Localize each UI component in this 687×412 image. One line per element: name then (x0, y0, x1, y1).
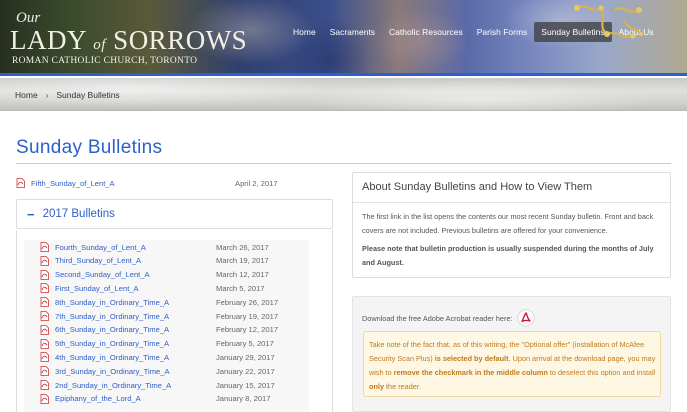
bulletin-link[interactable]: Epiphany_of_the_Lord_A (55, 394, 216, 403)
bulletin-row: First_Sunday_of_Lent_A March 5, 2017 (40, 281, 300, 295)
warning-text: Take note of the fact that, as of this w… (369, 338, 659, 394)
bulletin-date: February 26, 2017 (216, 297, 279, 307)
accordion-title: 2017 Bulletins (42, 208, 115, 220)
breadcrumb: Home › Sunday Bulletins (15, 90, 120, 100)
bulletin-row: 2nd_Sunday_in_Ordinary_Time_A January 15,… (40, 378, 300, 392)
pdf-icon (40, 393, 49, 404)
bulletin-link[interactable]: 2nd_Sunday_in_Ordinary_Time_A (55, 381, 216, 390)
download-row: Download the free Adobe Acrobat reader h… (362, 309, 535, 327)
bulletin-link[interactable]: 6th_Sunday_in_Ordinary_Time_A (55, 325, 216, 334)
nav-parish-forms[interactable]: Parish Forms (470, 22, 535, 42)
logo-title: LADY of SORROWS (10, 25, 247, 56)
site-logo[interactable]: Our LADY of SORROWS ROMAN CATHOLIC CHURC… (10, 10, 247, 70)
logo-sorrows: SORROWS (113, 25, 248, 55)
warning-bold-default: is selected by default (434, 354, 509, 363)
download-warning: Take note of the fact that, as of this w… (363, 331, 661, 397)
warning-part-3: to deselect this option and install (547, 368, 656, 377)
about-panel: About Sunday Bulletins and How to View T… (352, 172, 671, 278)
pdf-icon (16, 178, 25, 188)
acrobat-icon[interactable] (516, 309, 535, 327)
page-title: Sunday Bulletins (16, 137, 163, 158)
pdf-icon (40, 366, 49, 377)
bulletin-date: March 26, 2017 (216, 242, 269, 252)
bulletin-date: February 19, 2017 (216, 311, 279, 321)
bulletin-link[interactable]: First_Sunday_of_Lent_A (55, 284, 216, 293)
bulletin-row: Epiphany_of_the_Lord_A January 8, 2017 (40, 392, 300, 406)
warning-bold-only: only (369, 382, 384, 391)
pdf-icon (40, 255, 49, 266)
breadcrumb-home[interactable]: Home (15, 90, 38, 100)
bulletin-date: January 22, 2017 (216, 366, 275, 376)
pdf-icon (40, 324, 49, 335)
pdf-icon (40, 269, 49, 280)
bulletin-date: March 5, 2017 (216, 283, 265, 293)
nav-catholic-resources[interactable]: Catholic Resources (382, 22, 470, 42)
latest-bulletin-link[interactable]: Fifth_Sunday_of_Lent_A (31, 179, 231, 188)
bulletin-row: 4th_Sunday_in_Ordinary_Time_A January 29,… (40, 350, 300, 364)
pdf-icon (40, 242, 49, 252)
warning-bold-remove: remove the checkmark in the middle colum… (393, 368, 548, 377)
download-text: Download the free Adobe Acrobat reader h… (362, 313, 513, 323)
download-panel: Download the free Adobe Acrobat reader h… (352, 296, 671, 412)
nav-sacraments[interactable]: Sacraments (323, 22, 382, 42)
warning-part-4: the reader. (384, 382, 421, 391)
site-header: Our LADY of SORROWS ROMAN CATHOLIC CHURC… (0, 0, 687, 76)
bulletin-row: 8th_Sunday_in_Ordinary_Time_A February 26… (40, 295, 300, 309)
bulletin-date: February 12, 2017 (216, 325, 279, 335)
bulletin-link[interactable]: 8th_Sunday_in_Ordinary_Time_A (55, 298, 216, 307)
logo-of: of (93, 37, 106, 53)
bulletin-link[interactable]: 4th_Sunday_in_Ordinary_Time_A (55, 353, 216, 362)
bulletin-date: February 5, 2017 (216, 339, 274, 349)
bulletin-link[interactable]: 5th_Sunday_in_Ordinary_Time_A (55, 339, 216, 348)
nav-home[interactable]: Home (286, 22, 323, 42)
breadcrumb-current: Sunday Bulletins (56, 90, 120, 100)
logo-subtitle: ROMAN CATHOLIC CHURCH, TORONTO (12, 56, 198, 66)
bulletin-date: January 29, 2017 (216, 352, 275, 362)
pdf-icon (40, 338, 49, 349)
pdf-icon (40, 380, 49, 390)
logo-lady: LADY (10, 25, 86, 55)
collapse-icon: − (27, 206, 35, 222)
gold-ornament-icon (574, 5, 643, 39)
title-divider (16, 163, 671, 164)
bulletin-row: 6th_Sunday_in_Ordinary_Time_A February 12… (40, 323, 300, 337)
bulletin-date: March 12, 2017 (216, 270, 269, 280)
breadcrumb-chevron-icon: › (45, 90, 49, 100)
about-text: The first link in the list opens the con… (362, 212, 654, 235)
bulletin-row: Third_Sunday_of_Lent_A March 19, 2017 (40, 254, 300, 268)
bulletin-date: January 8, 2017 (216, 394, 271, 404)
bulletin-date: January 15, 2017 (216, 380, 275, 390)
accordion-2017-toggle[interactable]: − 2017 Bulletins (16, 199, 333, 229)
bulletin-link[interactable]: 3rd_Sunday_in_Ordinary_Time_A (55, 367, 216, 376)
bulletin-link[interactable]: Fourth_Sunday_of_Lent_A (55, 243, 216, 252)
bulletin-link[interactable]: Second_Sunday_of_Lent_A (55, 270, 216, 279)
bulletin-row: 7th_Sunday_in_Ordinary_Time_A February 19… (40, 309, 300, 323)
bulletin-link[interactable]: Third_Sunday_of_Lent_A (55, 256, 216, 265)
about-note: Please note that bulletin production is … (362, 244, 654, 267)
pdf-icon (40, 297, 49, 308)
about-divider (353, 202, 670, 203)
latest-bulletin: Fifth_Sunday_of_Lent_A April 2, 2017 (16, 176, 316, 190)
latest-bulletin-date: April 2, 2017 (235, 178, 278, 188)
bulletin-row: Second_Sunday_of_Lent_A March 12, 2017 (40, 268, 300, 282)
pdf-icon (40, 311, 49, 321)
bulletin-link[interactable]: 7th_Sunday_in_Ordinary_Time_A (55, 312, 216, 321)
pdf-icon (40, 283, 49, 294)
bulletin-date: March 19, 2017 (216, 256, 269, 266)
header-stripe (0, 73, 687, 76)
about-title: About Sunday Bulletins and How to View T… (362, 181, 593, 193)
bulletin-row: 3rd_Sunday_in_Ordinary_Time_A January 22,… (40, 364, 300, 378)
breadcrumb-bar: Home › Sunday Bulletins (0, 78, 687, 111)
bulletin-row: Fourth_Sunday_of_Lent_A March 26, 2017 (40, 240, 300, 254)
bulletin-row: 5th_Sunday_in_Ordinary_Time_A February 5,… (40, 337, 300, 351)
pdf-icon (40, 352, 49, 363)
